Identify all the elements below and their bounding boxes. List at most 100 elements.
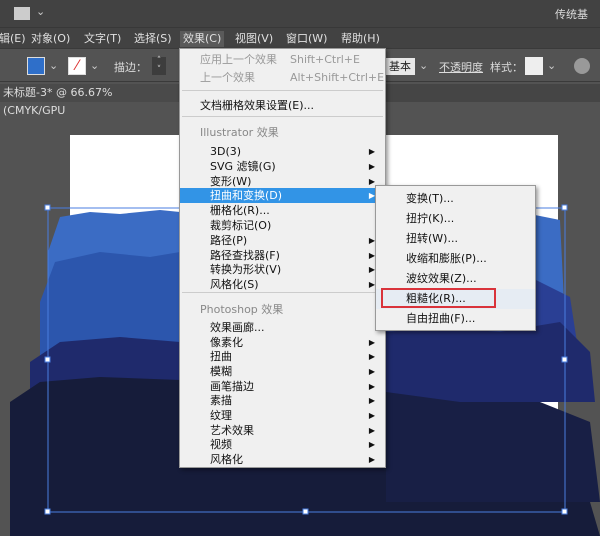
menu-item-label: Photoshop 效果 xyxy=(200,303,284,316)
shape-layer-6 xyxy=(386,392,600,502)
menu-item[interactable]: 画笔描边 ▶ xyxy=(180,379,385,394)
menu-item[interactable]: 像素化 ▶ xyxy=(180,335,385,350)
menu-item[interactable]: SVG 滤镜(G) ▶ xyxy=(180,159,385,174)
menu-item-label: 上一个效果 xyxy=(200,71,255,84)
menu-separator xyxy=(182,292,383,293)
menu-item-label: 像素化 xyxy=(210,336,243,349)
menu-item[interactable]: 扭曲 ▶ xyxy=(180,349,385,364)
menu-item[interactable]: 模糊 ▶ xyxy=(180,364,385,379)
menu-item-label: 3D(3) xyxy=(210,145,242,158)
stroke-weight-stepper[interactable]: ˄ ˅ xyxy=(152,57,166,75)
menu-item[interactable]: 转换为形状(V) ▶ xyxy=(180,262,385,277)
menu-item-label: 画笔描边 xyxy=(210,380,254,393)
submenu-arrow-icon: ▶ xyxy=(368,338,375,347)
menu-view[interactable]: 视图(V) xyxy=(232,31,276,47)
menu-item-label: 裁剪标记(O) xyxy=(210,219,272,232)
menu-item-label: 路径查找器(F) xyxy=(210,249,280,262)
menu-item[interactable]: 视频 ▶ xyxy=(180,437,385,452)
resize-handle xyxy=(44,508,51,515)
menu-item[interactable]: 路径查找器(F) ▶ xyxy=(180,248,385,263)
menu-item[interactable]: 艺术效果 ▶ xyxy=(180,423,385,438)
menu-bar: 辑(E) 对象(O) 文字(T) 选择(S) 效果(C) 视图(V) 窗口(W)… xyxy=(0,28,600,48)
menu-separator xyxy=(182,116,383,117)
chevron-down-icon[interactable]: ⌄ xyxy=(547,59,556,72)
menu-effect[interactable]: 效果(C) xyxy=(180,31,225,47)
menu-select[interactable]: 选择(S) xyxy=(131,31,175,47)
menu-item-shortcut: Alt+Shift+Ctrl+E xyxy=(290,71,385,84)
menu-item-label: 变形(W) xyxy=(210,175,252,188)
menu-item[interactable]: 效果画廊... xyxy=(180,320,385,335)
menu-edit[interactable]: 辑(E) xyxy=(0,31,29,47)
submenu-arrow-icon: ▶ xyxy=(368,352,375,361)
menu-item[interactable]: 文档栅格效果设置(E)... xyxy=(180,98,385,113)
menu-item-label: SVG 滤镜(G) xyxy=(210,160,276,173)
submenu-arrow-icon: ▶ xyxy=(368,455,375,464)
menu-item[interactable]: 纹理 ▶ xyxy=(180,408,385,423)
menu-item-label: 文档栅格效果设置(E)... xyxy=(200,99,315,112)
menu-item-label: 应用上一个效果 xyxy=(200,53,277,66)
globe-icon[interactable] xyxy=(574,58,590,74)
resize-handle xyxy=(44,204,51,211)
menu-item[interactable]: 变形(W) ▶ xyxy=(180,174,385,189)
chevron-down-icon[interactable]: ⌄ xyxy=(419,59,428,72)
menu-window[interactable]: 窗口(W) xyxy=(283,31,330,47)
fill-swatch[interactable] xyxy=(27,57,45,75)
menu-item-label: 扭曲和变换(D) xyxy=(210,189,283,202)
menu-help[interactable]: 帮助(H) xyxy=(338,31,383,47)
chevron-down-icon[interactable]: ⌄ xyxy=(90,59,99,72)
submenu-item[interactable]: 变换(T)... xyxy=(376,189,535,209)
menu-item[interactable]: 路径(P) ▶ xyxy=(180,233,385,248)
menu-separator xyxy=(182,90,383,91)
menu-item: 上一个效果 Alt+Shift+Ctrl+E xyxy=(180,70,385,85)
style-swatch[interactable] xyxy=(525,57,543,75)
submenu-arrow-icon: ▶ xyxy=(368,426,375,435)
workspace-layout-icon[interactable] xyxy=(14,7,30,20)
workspace-switcher[interactable]: 传统基 xyxy=(555,6,588,22)
menu-type[interactable]: 文字(T) xyxy=(81,31,124,47)
resize-handle xyxy=(561,356,568,363)
submenu-item[interactable]: 扭拧(K)... xyxy=(376,209,535,229)
menu-item[interactable]: 素描 ▶ xyxy=(180,393,385,408)
opacity-link[interactable]: 不透明度 xyxy=(439,59,483,75)
menu-object[interactable]: 对象(O) xyxy=(28,31,73,47)
resize-handle xyxy=(561,204,568,211)
chevron-down-icon[interactable]: ⌄ xyxy=(49,59,58,72)
chevron-down-icon[interactable]: ⌄ xyxy=(36,5,45,18)
menu-item[interactable]: 风格化(S) ▶ xyxy=(180,277,385,292)
menu-item-label: 效果画廊... xyxy=(210,321,265,334)
menu-item-label: 风格化 xyxy=(210,453,243,466)
menu-item-label: 栅格化(R)... xyxy=(210,204,270,217)
submenu-arrow-icon: ▶ xyxy=(368,382,375,391)
resize-handle xyxy=(44,356,51,363)
resize-handle xyxy=(561,508,568,515)
submenu-item[interactable]: 收缩和膨胀(P)... xyxy=(376,249,535,269)
annotation-highlight-box xyxy=(381,288,496,308)
submenu-arrow-icon: ▶ xyxy=(368,440,375,449)
menu-item-label: Illustrator 效果 xyxy=(200,126,279,139)
submenu-item[interactable]: 自由扭曲(F)... xyxy=(376,309,535,329)
brush-select[interactable]: 基本 xyxy=(385,58,415,75)
menu-section-header: Photoshop 效果 xyxy=(180,302,385,317)
stroke-none-icon[interactable]: ⁄ xyxy=(68,57,86,75)
menu-item[interactable]: 3D(3) ▶ xyxy=(180,144,385,159)
menu-item[interactable]: 风格化 ▶ xyxy=(180,452,385,467)
document-tab[interactable]: 未标题-3* @ 66.67% (CMYK/GPU xyxy=(0,84,178,117)
submenu-arrow-icon: ▶ xyxy=(368,147,375,156)
submenu-arrow-icon: ▶ xyxy=(368,367,375,376)
submenu-item[interactable]: 波纹效果(Z)... xyxy=(376,269,535,289)
menu-item-label: 视频 xyxy=(210,438,232,451)
menu-item[interactable]: 栅格化(R)... xyxy=(180,203,385,218)
distort-transform-submenu: 变换(T)... 扭拧(K)... 扭转(W)... 收缩和膨胀(P)... 波纹效果(… xyxy=(375,185,536,331)
menu-item[interactable]: 裁剪标记(O) xyxy=(180,218,385,233)
stroke-label: 描边： xyxy=(114,61,147,74)
menu-item-shortcut: Shift+Ctrl+E xyxy=(290,53,360,66)
submenu-item[interactable]: 扭转(W)... xyxy=(376,229,535,249)
resize-handle xyxy=(302,508,309,515)
submenu-arrow-icon: ▶ xyxy=(368,411,375,420)
style-label: 样式： xyxy=(490,61,523,74)
menu-item-label: 模糊 xyxy=(210,365,232,378)
effect-menu: 应用上一个效果 Shift+Ctrl+E 上一个效果 Alt+Shift+Ctrl+E… xyxy=(179,48,386,468)
menu-item-label: 纹理 xyxy=(210,409,232,422)
menu-item[interactable]: 扭曲和变换(D) ▶ xyxy=(180,188,385,203)
submenu-arrow-icon: ▶ xyxy=(368,162,375,171)
